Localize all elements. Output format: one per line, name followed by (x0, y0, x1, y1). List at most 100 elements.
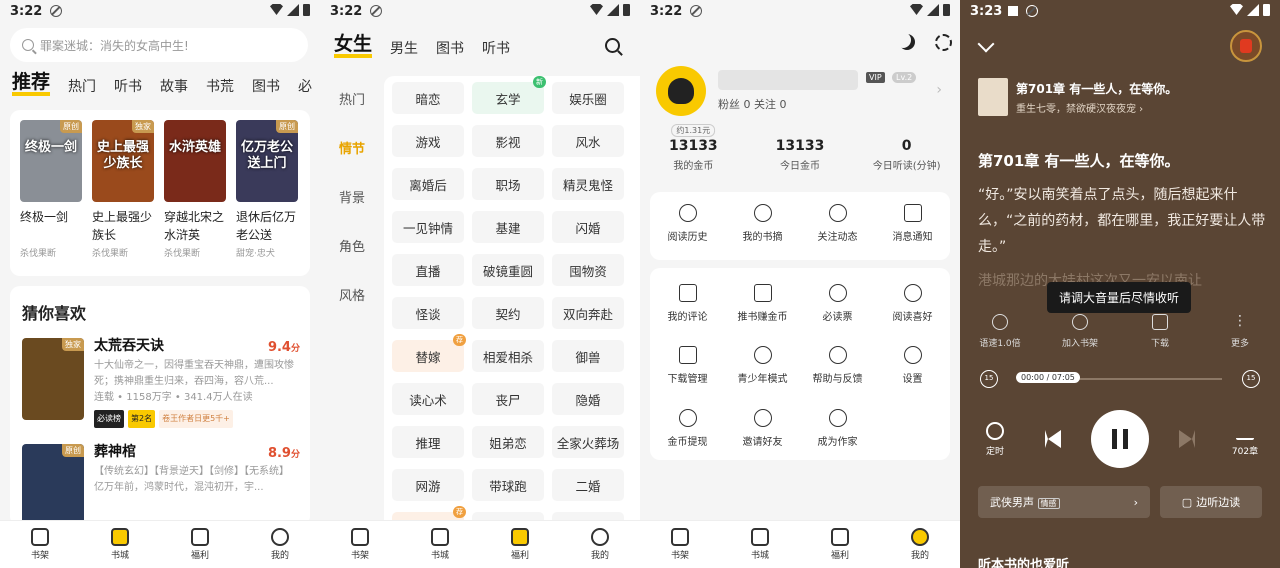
nav-mine[interactable]: 我的 (575, 528, 625, 561)
service-item[interactable]: 帮助与反馈 (800, 335, 875, 397)
stat-today-coins[interactable]: 13133 今日金币 (750, 124, 850, 173)
tag-cell[interactable]: 直播 (392, 254, 464, 286)
quick-action[interactable]: 我的书摘 (725, 192, 800, 254)
book-link[interactable]: 重生七零，禁欲硬汉夜夜宠 › (1016, 100, 1143, 115)
tag-cell[interactable]: 暗恋 (392, 82, 464, 114)
sidebar-item[interactable]: 热门 (320, 76, 384, 125)
progress-time[interactable]: 00:00 / 07:05 (1016, 372, 1080, 383)
tag-cell[interactable]: 离婚后 (392, 168, 464, 200)
sidebar-item[interactable]: 情节 (320, 125, 384, 174)
search-icon[interactable] (605, 38, 620, 53)
tag-cell[interactable]: 网游 (392, 469, 464, 501)
tag-cell[interactable]: 带球跑 (472, 469, 544, 501)
gear-icon[interactable] (935, 34, 952, 51)
featured-book[interactable]: 独家 史上最强少族长 史上最强少族长 杀伐果断 (92, 120, 154, 259)
featured-book[interactable]: 原创 终极一剑 终极一剑 杀伐果断 (20, 120, 82, 259)
service-item[interactable]: 设置 (875, 335, 950, 397)
tab-recommend[interactable]: 推荐 (12, 72, 51, 96)
tab-books[interactable]: 图书 (436, 38, 464, 58)
tag-cell[interactable]: 破镜重圆 (472, 254, 544, 286)
sidebar-item[interactable]: 角色 (320, 223, 384, 272)
collapse-icon[interactable] (977, 35, 995, 53)
service-item[interactable]: 我的评论 (650, 272, 725, 334)
tag-cell[interactable]: 二婚 (552, 469, 624, 501)
tab-story[interactable]: 故事 (160, 76, 188, 96)
stat-my-coins[interactable]: 约1.31元 13133 我的金币 (643, 124, 743, 173)
tab-audio[interactable]: 听书 (482, 38, 510, 58)
nav-welfare[interactable]: 福利 (175, 528, 225, 561)
tag-cell[interactable]: 替嫁荐 (392, 334, 466, 372)
tab-booklack[interactable]: 书荒 (206, 76, 234, 96)
nav-bookstore[interactable]: 书城 (735, 528, 785, 561)
tag-cell[interactable]: 姐弟恋 (472, 426, 544, 458)
tag-cell[interactable]: 全家火葬场 (552, 426, 624, 458)
tab-male[interactable]: 男生 (390, 38, 418, 58)
tag-cell[interactable]: 相爱相杀 (472, 340, 544, 372)
tag-cell[interactable]: 丧尸 (472, 383, 544, 415)
nav-welfare[interactable]: 福利 (815, 528, 865, 561)
service-item[interactable]: 邀请好友 (725, 397, 800, 459)
next-icon[interactable] (1179, 430, 1195, 448)
tag-cell[interactable]: 闪婚 (552, 211, 624, 243)
quick-action[interactable]: 消息通知 (875, 192, 950, 254)
chapters-button[interactable]: 702章 (1225, 422, 1265, 457)
forward-15-icon[interactable]: 15 (1242, 370, 1260, 388)
tag-cell[interactable]: 娱乐圈 (552, 82, 624, 114)
tag-cell[interactable]: 推理 (392, 426, 464, 458)
previous-icon[interactable] (1045, 430, 1061, 448)
tab-books[interactable]: 图书 (252, 76, 280, 96)
list-item[interactable]: 独家 太荒吞天诀 十大仙帝之一，因得重宝吞天神鼎，遭围攻惨死；携神鼎重生归来，吞四海… (10, 330, 310, 436)
tag-cell[interactable]: 怪谈 (392, 297, 464, 329)
sidebar-item[interactable]: 风格 (320, 272, 384, 321)
sidebar-item[interactable]: 背景 (320, 174, 384, 223)
night-mode-icon[interactable] (899, 34, 915, 50)
tab-female[interactable]: 女生 (334, 34, 373, 58)
nav-welfare[interactable]: 福利 (495, 528, 545, 561)
avatar[interactable] (656, 66, 706, 116)
voice-select-button[interactable]: 武侠男声 情感 › (978, 486, 1150, 518)
stat-today-listen[interactable]: 0 今日听读(分钟) (857, 124, 957, 173)
quick-action[interactable]: 阅读历史 (650, 192, 725, 254)
tag-cell[interactable]: 双向奔赴 (552, 297, 624, 329)
tag-cell[interactable]: 囤物资 (552, 254, 624, 286)
service-item[interactable]: 推书赚金币 (725, 272, 800, 334)
speed-button[interactable]: 语速1.0倍 (970, 314, 1030, 349)
tab-hot[interactable]: 热门 (68, 76, 96, 96)
quick-action[interactable]: 关注动态 (800, 192, 875, 254)
welfare-badge-icon[interactable] (1230, 30, 1262, 62)
service-item[interactable]: 下载管理 (650, 335, 725, 397)
more-button[interactable]: ⋮ 更多 (1210, 314, 1270, 349)
rewind-15-icon[interactable]: 15 (980, 370, 998, 388)
tag-cell[interactable]: 职场 (472, 168, 544, 200)
service-item[interactable]: 阅读喜好 (875, 272, 950, 334)
nav-bookshelf[interactable]: 书架 (15, 528, 65, 561)
featured-book[interactable]: 水浒英雄 穿越北宋之水浒英 杀伐果断 (164, 120, 226, 259)
add-shelf-button[interactable]: 加入书架 (1050, 314, 1110, 349)
tag-cell[interactable]: 游戏 (392, 125, 464, 157)
search-bar[interactable]: 罪案迷城：消失的女高中生! (10, 28, 308, 62)
service-item[interactable]: 成为作家 (800, 397, 875, 459)
nav-bookshelf[interactable]: 书架 (335, 528, 385, 561)
nav-bookstore[interactable]: 书城 (415, 528, 465, 561)
nav-bookshelf[interactable]: 书架 (655, 528, 705, 561)
timer-button[interactable]: 定时 (975, 421, 1015, 457)
tag-cell[interactable]: 影视 (472, 125, 544, 157)
service-item[interactable]: 金币提现 (650, 397, 725, 459)
service-item[interactable]: 青少年模式 (725, 335, 800, 397)
book-cover[interactable] (978, 78, 1008, 116)
tab-must[interactable]: 必 (298, 76, 312, 96)
tag-cell[interactable]: 玄学新 (472, 76, 546, 114)
featured-book[interactable]: 原创 亿万老公送上门 退休后亿万老公送 甜宠·忠犬 (236, 120, 298, 259)
tag-cell[interactable]: 御兽 (552, 340, 624, 372)
progress-track[interactable]: 00:00 / 07:05 (1016, 372, 1222, 383)
tag-cell[interactable]: 契约 (472, 297, 544, 329)
tag-cell[interactable]: 基建 (472, 211, 544, 243)
download-button[interactable]: 下载 (1130, 314, 1190, 349)
tag-cell[interactable]: 风水 (552, 125, 624, 157)
nav-bookstore[interactable]: 书城 (95, 528, 145, 561)
tag-cell[interactable]: 一见钟情 (392, 211, 464, 243)
service-item[interactable]: 必读票 (800, 272, 875, 334)
tag-cell[interactable]: 读心术 (392, 383, 464, 415)
nav-mine[interactable]: 我的 (895, 528, 945, 561)
chevron-right-icon[interactable]: › (936, 82, 942, 98)
